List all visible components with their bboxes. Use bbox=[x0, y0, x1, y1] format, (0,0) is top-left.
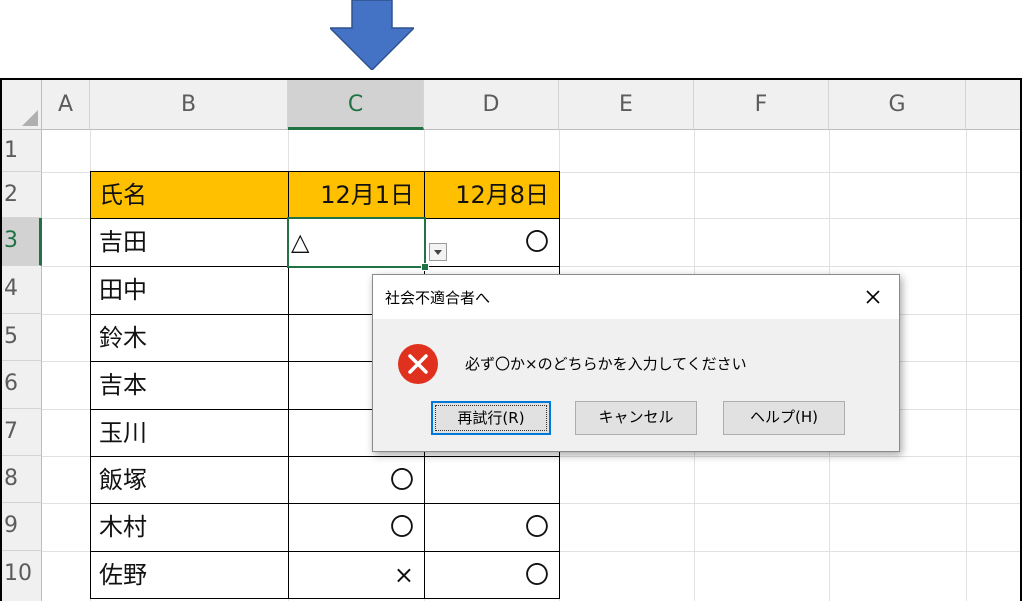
cell-b10[interactable]: 佐野 bbox=[90, 551, 289, 599]
retry-button[interactable]: 再試行(R) bbox=[431, 401, 551, 435]
row-header-4[interactable]: 4 bbox=[2, 266, 42, 314]
cell-b4[interactable]: 田中 bbox=[90, 266, 289, 315]
dialog-title: 社会不適合者へ bbox=[385, 289, 491, 307]
row-header-1[interactable]: 1 bbox=[2, 130, 42, 172]
cell-d10[interactable]: 〇 bbox=[424, 551, 560, 599]
column-header-c[interactable]: C bbox=[288, 80, 424, 130]
down-arrow-icon bbox=[330, 0, 414, 70]
cell-b7[interactable]: 玉川 bbox=[90, 409, 289, 457]
column-header-d[interactable]: D bbox=[424, 80, 559, 130]
dropdown-list-button[interactable] bbox=[429, 243, 447, 261]
dialog-message: 必ず〇か×のどちらかを入力してください bbox=[465, 355, 747, 373]
help-button-label: ヘルプ(H) bbox=[750, 408, 818, 426]
cell-b9[interactable]: 木村 bbox=[90, 503, 289, 552]
cell-b5[interactable]: 鈴木 bbox=[90, 314, 289, 362]
row-header-2[interactable]: 2 bbox=[2, 172, 42, 218]
row-header-5[interactable]: 5 bbox=[2, 314, 42, 361]
row-header-10[interactable]: 10 bbox=[2, 551, 42, 601]
cell-b6[interactable]: 吉本 bbox=[90, 361, 289, 410]
active-cell-selection bbox=[287, 217, 426, 268]
column-header-f[interactable]: F bbox=[694, 80, 829, 130]
row-header-8[interactable]: 8 bbox=[2, 456, 42, 503]
row-header-7[interactable]: 7 bbox=[2, 409, 42, 456]
cell-b3[interactable]: 吉田 bbox=[90, 218, 289, 267]
cell-b8[interactable]: 飯塚 bbox=[90, 456, 289, 504]
column-header-b[interactable]: B bbox=[90, 80, 288, 130]
help-button[interactable]: ヘルプ(H) bbox=[723, 401, 845, 435]
column-header-h[interactable] bbox=[966, 80, 1020, 130]
row-header-3[interactable]: 3 bbox=[2, 218, 42, 266]
cancel-button[interactable]: キャンセル bbox=[575, 401, 697, 435]
cell-d9[interactable]: 〇 bbox=[424, 503, 560, 552]
row-header-9[interactable]: 9 bbox=[2, 503, 42, 551]
fill-handle[interactable] bbox=[421, 263, 429, 271]
error-dialog: 社会不適合者へ 必ず〇か×のどちらかを入力してください 再試行(R) キャンセル… bbox=[372, 274, 900, 452]
gridline bbox=[966, 130, 967, 601]
dialog-title-bar: 社会不適合者へ bbox=[373, 275, 899, 319]
cell-c8[interactable]: 〇 bbox=[288, 456, 425, 504]
retry-button-label: 再試行(R) bbox=[457, 409, 525, 427]
column-header-e[interactable]: E bbox=[559, 80, 694, 130]
cell-c9[interactable]: 〇 bbox=[288, 503, 425, 552]
cell-c2-header-date[interactable]: 12月1日 bbox=[288, 171, 425, 219]
column-header-g[interactable]: G bbox=[829, 80, 966, 130]
cell-b2-header-name[interactable]: 氏名 bbox=[90, 171, 289, 219]
cell-d8[interactable] bbox=[424, 456, 560, 504]
cell-c10[interactable]: × bbox=[288, 551, 425, 599]
close-icon[interactable] bbox=[859, 283, 887, 311]
row-header-6[interactable]: 6 bbox=[2, 361, 42, 409]
select-all-corner[interactable] bbox=[2, 80, 42, 130]
column-header-a[interactable]: A bbox=[42, 80, 90, 130]
cancel-button-label: キャンセル bbox=[598, 408, 674, 426]
cell-d2-header-date[interactable]: 12月8日 bbox=[424, 171, 560, 219]
error-icon bbox=[398, 344, 438, 384]
